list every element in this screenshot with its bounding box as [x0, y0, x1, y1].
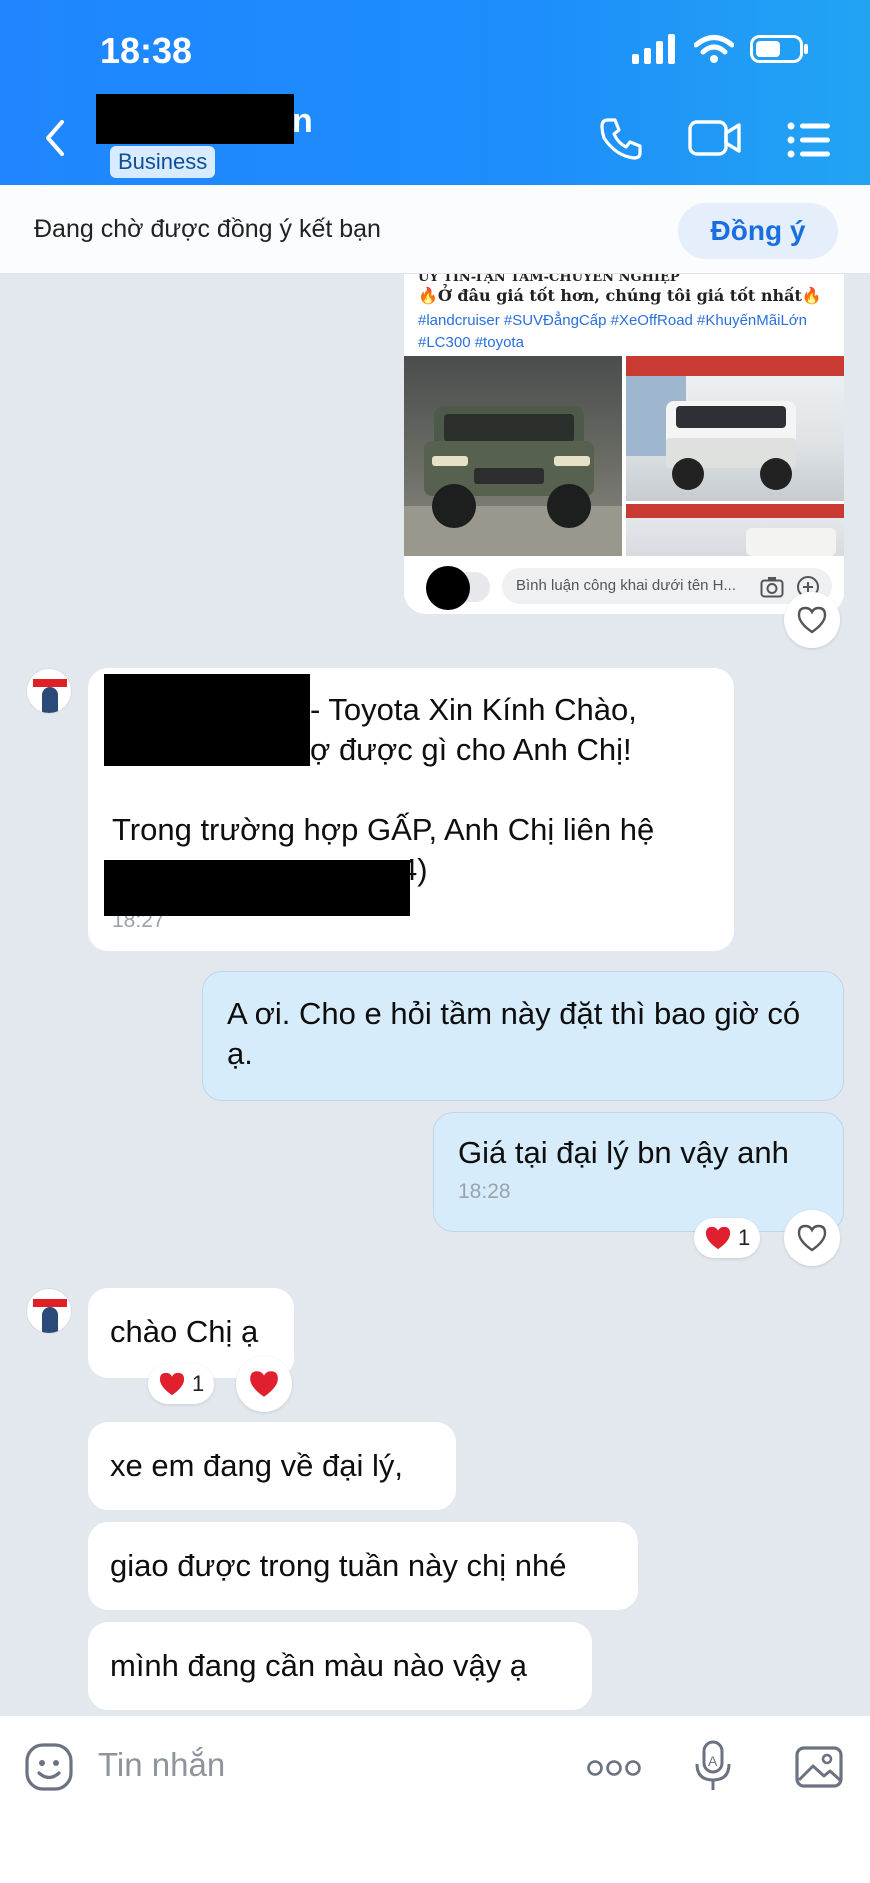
status-time: 18:38 — [100, 30, 193, 71]
message-line: - Toyota Xin Kính Chào, — [310, 692, 637, 727]
post-subtitle: 🔥Ở đâu giá tốt hơn, chúng tôi giá tốt nh… — [418, 286, 822, 305]
react-button[interactable] — [784, 1210, 840, 1266]
message-line: Trong trường hợp GẤP, Anh Chị liên hệ — [112, 812, 655, 847]
heart-outline-icon — [797, 1224, 827, 1252]
message-time: 18:28 — [458, 1180, 511, 1203]
accept-friend-button[interactable]: Đồng ý — [678, 203, 838, 259]
heart-icon — [250, 1371, 278, 1397]
post-photo-showroom-2[interactable] — [626, 504, 844, 556]
redaction-block — [104, 674, 310, 766]
contact-name[interactable]: n — [96, 94, 313, 144]
back-button[interactable] — [42, 118, 68, 163]
video-call-button[interactable] — [688, 116, 742, 165]
heart-outline-icon — [797, 606, 827, 634]
chevron-left-icon — [46, 120, 64, 156]
camera-icon[interactable] — [760, 576, 784, 598]
battery-icon — [750, 35, 808, 63]
reaction-count: 1 — [738, 1225, 751, 1250]
toyota-logo-badge — [33, 1299, 67, 1307]
message-incoming[interactable]: giao được trong tuần này chị nhé — [88, 1522, 638, 1610]
message-line: ợ được gì cho Anh Chị! — [310, 732, 632, 767]
toyota-logo-badge — [33, 679, 67, 687]
name-redaction — [96, 94, 294, 144]
message-text: Giá tại đại lý bn vậy anh — [458, 1135, 789, 1170]
call-button[interactable] — [598, 116, 644, 167]
more-options-icon[interactable] — [586, 1758, 642, 1778]
signal-icon — [632, 34, 675, 64]
sender-photo — [42, 1307, 58, 1333]
emoji-sticker-icon[interactable] — [24, 1742, 74, 1792]
chat-header: 18:38 n Business — [0, 0, 870, 185]
heart-icon — [705, 1226, 731, 1250]
message-input[interactable]: Tin nhắn — [98, 1746, 225, 1784]
fire-icon: 🔥 — [801, 286, 822, 305]
friend-request-text: Đang chờ được đồng ý kết bạn — [34, 215, 381, 243]
reaction-count: 1 — [192, 1371, 205, 1396]
sender-avatar[interactable] — [26, 668, 72, 714]
friend-request-bar: Đang chờ được đồng ý kết bạn Đồng ý — [0, 185, 870, 274]
wifi-icon — [694, 35, 734, 63]
phone-icon — [600, 118, 642, 160]
contact-name-suffix: n — [292, 102, 313, 140]
post-hashtags[interactable]: #landcruiser #SUVĐẳngCấp #XeOffRoad #Khu… — [418, 310, 838, 354]
message-greeting[interactable]: - Toyota Xin Kính Chào, ợ được gì cho An… — [88, 668, 734, 951]
commenter-avatar — [426, 566, 470, 610]
shared-post-card[interactable]: UY TÍN-TẬN TÂM-CHUYÊN NGHIỆP 🔥Ở đâu giá … — [404, 274, 844, 614]
sender-avatar[interactable] — [26, 1288, 72, 1334]
suv-illustration — [404, 406, 622, 556]
post-title: UY TÍN-TẬN TÂM-CHUYÊN NGHIỆP — [418, 274, 680, 285]
reaction-summary[interactable]: 1 — [694, 1218, 761, 1258]
fire-icon: 🔥 — [418, 286, 438, 305]
message-outgoing[interactable]: Giá tại đại lý bn vậy anh 18:28 — [433, 1112, 844, 1232]
image-gallery-icon[interactable] — [794, 1742, 844, 1790]
showroom-photo-illustration — [626, 504, 844, 556]
business-badge: Business — [110, 146, 216, 178]
menu-button[interactable] — [786, 120, 832, 165]
svg-text:A: A — [708, 1753, 718, 1769]
message-outgoing[interactable]: A ơi. Cho e hỏi tầm này đặt thì bao giờ … — [202, 971, 844, 1101]
video-camera-icon — [688, 120, 741, 156]
status-icons — [632, 34, 810, 64]
reaction-summary[interactable]: 1 — [148, 1364, 215, 1404]
showroom-suv-illustration — [626, 356, 844, 490]
react-button-post[interactable] — [784, 592, 840, 648]
post-comment-row: Bình luận công khai dưới tên H... — [404, 556, 844, 614]
voice-to-text-icon[interactable]: A — [694, 1740, 734, 1792]
message-incoming[interactable]: xe em đang về đại lý, — [88, 1422, 456, 1510]
message-composer: Tin nhắn A — [0, 1716, 870, 1883]
redaction-block — [104, 860, 410, 916]
list-menu-icon — [787, 122, 830, 158]
sender-photo — [42, 687, 58, 713]
post-photo-showroom[interactable] — [626, 356, 844, 501]
heart-icon — [159, 1372, 185, 1396]
post-photo-car-garage[interactable] — [404, 356, 622, 556]
message-incoming[interactable]: mình đang cần màu nào vậy ạ — [88, 1622, 592, 1710]
react-button-active[interactable] — [236, 1356, 292, 1412]
post-subtitle-text: Ở đâu giá tốt hơn, chúng tôi giá tốt nhấ… — [437, 286, 802, 305]
